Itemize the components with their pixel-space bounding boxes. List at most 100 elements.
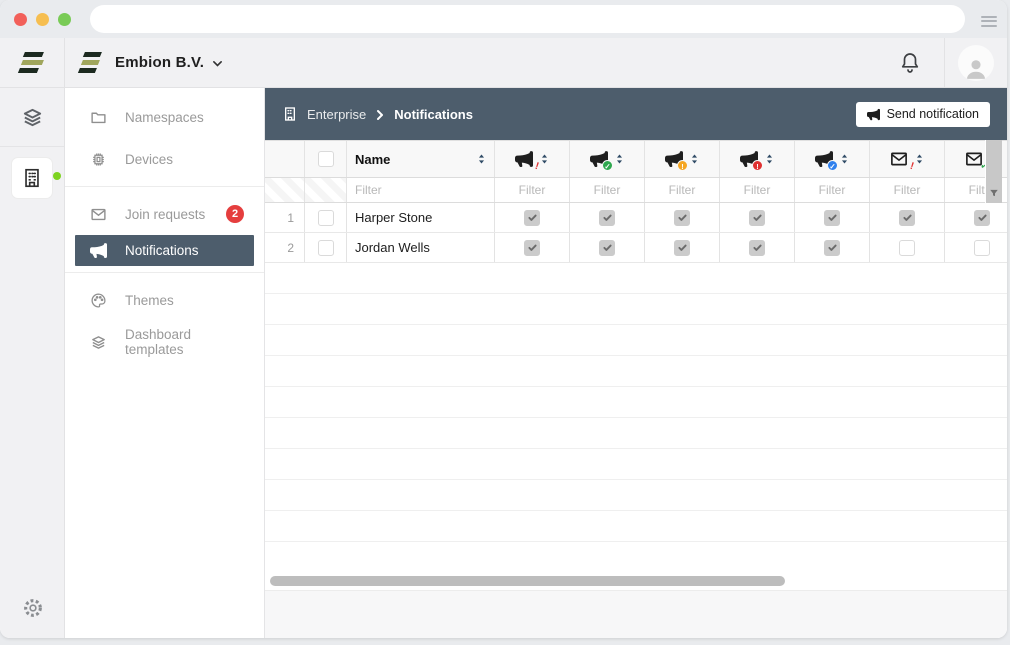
send-notification-button[interactable]: Send notification: [856, 102, 990, 127]
breadcrumb: Enterprise Notifications Send notificati…: [265, 88, 1007, 140]
checkbox-checked[interactable]: [749, 210, 765, 226]
table-row-harper-stone: 1Harper Stone: [265, 203, 1007, 233]
checkbox-checked[interactable]: [674, 240, 690, 256]
icon-accent: ✓: [827, 160, 838, 171]
header-cell-megaphone-red-error[interactable]: !: [720, 141, 795, 177]
filter-rownum-cell: [265, 178, 305, 202]
checkbox-checked[interactable]: [824, 240, 840, 256]
sidebar-item-join-requests[interactable]: Join requests2: [65, 193, 264, 235]
icon-rail: [0, 88, 65, 638]
checkbox-checked[interactable]: [599, 240, 615, 256]
rail-item-dashboards[interactable]: [0, 88, 65, 146]
filter-name-cell: [347, 178, 495, 202]
org-name: Embion B.V.: [115, 54, 204, 71]
header-cell-megaphone-amber-warn[interactable]: !: [645, 141, 720, 177]
funnel-icon: [989, 188, 999, 198]
header-cell-megaphone-red-alert[interactable]: !: [495, 141, 570, 177]
checkbox-checked[interactable]: [974, 210, 990, 226]
header-cell-megaphone-blue-check[interactable]: ✓: [795, 141, 870, 177]
url-bar[interactable]: [90, 5, 965, 33]
row-number: 1: [265, 203, 305, 232]
name-cell: Jordan Wells: [347, 233, 495, 262]
filter-cell-megaphone-red-alert: [495, 178, 570, 202]
notifications-bell-icon[interactable]: [898, 51, 922, 75]
checkbox-checked[interactable]: [749, 240, 765, 256]
filter-input[interactable]: [645, 178, 719, 202]
sort-icon: [915, 153, 924, 165]
sidebar-item-namespaces[interactable]: Namespaces: [65, 96, 264, 138]
breadcrumb-root[interactable]: Enterprise: [307, 107, 366, 122]
checkbox-checked[interactable]: [899, 210, 915, 226]
building-icon: [21, 167, 43, 189]
checkbox-unchecked[interactable]: [974, 240, 990, 256]
sidebar-item-themes[interactable]: Themes: [65, 279, 264, 321]
breadcrumb-current: Notifications: [394, 107, 473, 122]
filter-checkbox-cell: [305, 178, 347, 202]
filter-input[interactable]: [870, 178, 944, 202]
header-rownum-cell: [265, 141, 305, 177]
filter-input[interactable]: [570, 178, 644, 202]
maximize-window-button[interactable]: [58, 13, 71, 26]
sidebar-nav: Namespaces Devices Join requests2Notificat…: [65, 96, 264, 363]
close-window-button[interactable]: [14, 13, 27, 26]
cell-envelope-green-check: [945, 203, 1007, 232]
sidebar-item-dashboard-templates[interactable]: Dashboard templates: [65, 321, 264, 363]
checkbox-checked[interactable]: [674, 210, 690, 226]
checkbox-checked[interactable]: [524, 240, 540, 256]
app-header: Embion B.V.: [0, 38, 1007, 88]
gear-icon: [22, 597, 44, 619]
table-row-jordan-wells: 2Jordan Wells: [265, 233, 1007, 263]
megaphone-red-error-icon: !: [740, 150, 758, 168]
megaphone-icon: [867, 108, 880, 121]
icon-accent: !: [677, 160, 688, 171]
checkbox-checked[interactable]: [824, 210, 840, 226]
sidebar-item-notifications[interactable]: Notifications: [75, 235, 254, 266]
settings-button[interactable]: [0, 586, 65, 630]
megaphone-green-check-icon: ✓: [590, 150, 608, 168]
cell-megaphone-red-error: [720, 203, 795, 232]
checkbox-checked[interactable]: [599, 210, 615, 226]
filter-input[interactable]: [495, 178, 569, 202]
select-all-checkbox[interactable]: [318, 151, 334, 167]
folder-icon: [90, 109, 107, 126]
cell-megaphone-amber-warn: [645, 203, 720, 232]
checkbox-unchecked[interactable]: [899, 240, 915, 256]
icon-accent: !: [752, 160, 763, 171]
building-icon: [282, 106, 298, 122]
sidebar-item-label: Devices: [125, 152, 173, 167]
filter-panel-button[interactable]: [985, 140, 1002, 203]
sidebar: Namespaces Devices Join requests2Notificat…: [65, 88, 265, 638]
envelope-green-check-icon: ✓: [965, 150, 983, 168]
header-name-cell[interactable]: Name: [347, 141, 495, 177]
grid-header-row: Name ! ✓!! ✓! ✓: [265, 140, 1007, 178]
minimize-window-button[interactable]: [36, 13, 49, 26]
checkbox-checked[interactable]: [524, 210, 540, 226]
sort-icon: [840, 153, 849, 165]
row-select-checkbox[interactable]: [318, 210, 334, 226]
name-filter-input[interactable]: [347, 178, 494, 202]
sidebar-item-devices[interactable]: Devices: [65, 138, 264, 180]
app-logo: [0, 38, 65, 87]
header-cell-envelope-red-alert[interactable]: !: [870, 141, 945, 177]
filter-cell-megaphone-amber-warn: [645, 178, 720, 202]
cell-megaphone-red-alert: [495, 203, 570, 232]
sidebar-item-label: Dashboard templates: [125, 327, 252, 357]
embion-logo-icon: [79, 52, 105, 73]
header-cell-megaphone-green-check[interactable]: ✓: [570, 141, 645, 177]
rail-item-enterprise-selected[interactable]: [12, 158, 52, 198]
sort-icon: [615, 153, 624, 165]
cell-megaphone-blue-check: [795, 203, 870, 232]
horizontal-scrollbar-thumb[interactable]: [270, 576, 785, 586]
cell-megaphone-green-check: [570, 203, 645, 232]
sort-icon: [477, 153, 486, 165]
sidebar-item-label: Join requests: [125, 207, 205, 222]
layers-icon: [90, 334, 107, 351]
megaphone-icon: [90, 242, 107, 259]
filter-input[interactable]: [795, 178, 869, 202]
org-switcher[interactable]: Embion B.V.: [79, 52, 223, 73]
browser-menu-icon[interactable]: [981, 13, 997, 29]
filter-input[interactable]: [720, 178, 794, 202]
row-select-checkbox[interactable]: [318, 240, 334, 256]
user-avatar[interactable]: [958, 45, 994, 81]
cell-megaphone-amber-warn: [645, 233, 720, 262]
